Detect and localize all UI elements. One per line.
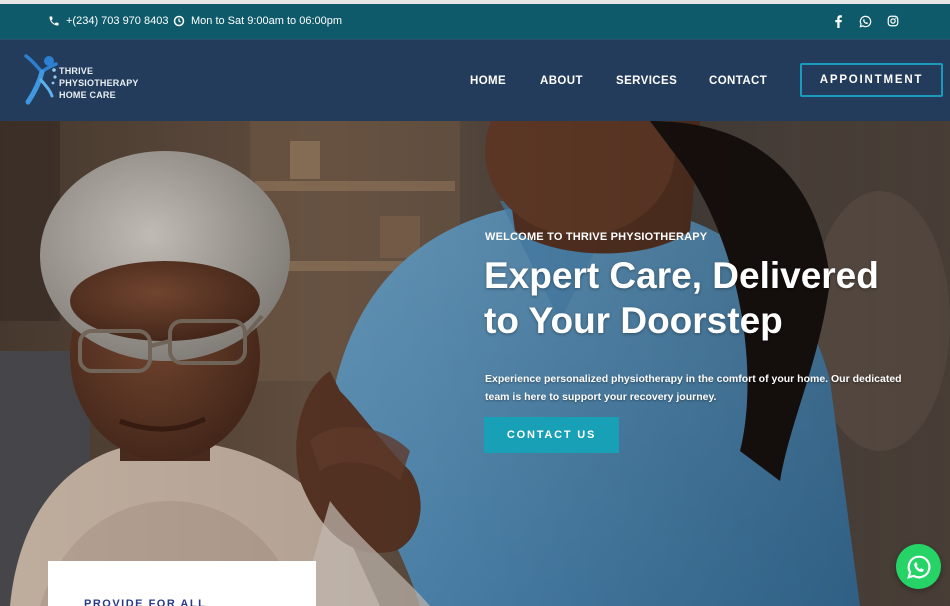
whatsapp-small-icon[interactable]	[857, 13, 873, 29]
nav-services[interactable]: SERVICES	[616, 75, 677, 87]
logo-line-2: PHYSIOTHERAPY	[59, 78, 139, 88]
whatsapp-chat-button[interactable]	[896, 544, 941, 589]
phone-number: +(234) 703 970 8403	[66, 15, 169, 27]
instagram-icon[interactable]	[885, 13, 901, 29]
hero-headline-line-2: to Your Doorstep	[484, 300, 783, 341]
nav-home[interactable]: HOME	[470, 75, 506, 87]
phone-icon	[49, 16, 59, 26]
appointment-button[interactable]: APPOINTMENT	[800, 63, 943, 97]
hero-section: WELCOME TO THRIVE PHYSIOTHERAPY Expert C…	[0, 121, 950, 606]
logo-figure-icon	[24, 54, 58, 105]
facebook-icon[interactable]	[830, 13, 846, 29]
clock-icon	[173, 15, 185, 27]
logo-line-1: THRIVE	[59, 66, 94, 76]
site-logo[interactable]: THRIVE PHYSIOTHERAPY HOME CARE	[22, 50, 152, 112]
opening-hours: Mon to Sat 9:00am to 06:00pm	[173, 15, 342, 27]
hero-headline-line-1: Expert Care, Delivered	[484, 255, 879, 296]
logo-line-3: HOME CARE	[59, 90, 116, 100]
hero-welcome: WELCOME TO THRIVE PHYSIOTHERAPY	[485, 231, 708, 243]
main-navigation: THRIVE PHYSIOTHERAPY HOME CARE HOME ABOU…	[0, 39, 950, 122]
nav-contact[interactable]: CONTACT	[709, 75, 767, 87]
top-info-bar: +(234) 703 970 8403 Mon to Sat 9:00am to…	[0, 4, 950, 39]
feature-card-title: PROVIDE FOR ALL	[84, 598, 207, 606]
feature-card: PROVIDE FOR ALL	[48, 561, 316, 606]
hero-overlay	[0, 121, 950, 606]
nav-about[interactable]: ABOUT	[540, 75, 583, 87]
contact-us-button[interactable]: CONTACT US	[484, 417, 619, 453]
logo-text: THRIVE PHYSIOTHERAPY HOME CARE	[59, 65, 139, 101]
whatsapp-icon	[906, 555, 930, 579]
hours-text: Mon to Sat 9:00am to 06:00pm	[191, 15, 343, 27]
hero-description: Experience personalized physiotherapy in…	[485, 373, 902, 403]
phone-contact[interactable]: +(234) 703 970 8403	[48, 15, 168, 27]
hero-headline: Expert Care, Delivered to Your Doorstep	[484, 253, 924, 343]
